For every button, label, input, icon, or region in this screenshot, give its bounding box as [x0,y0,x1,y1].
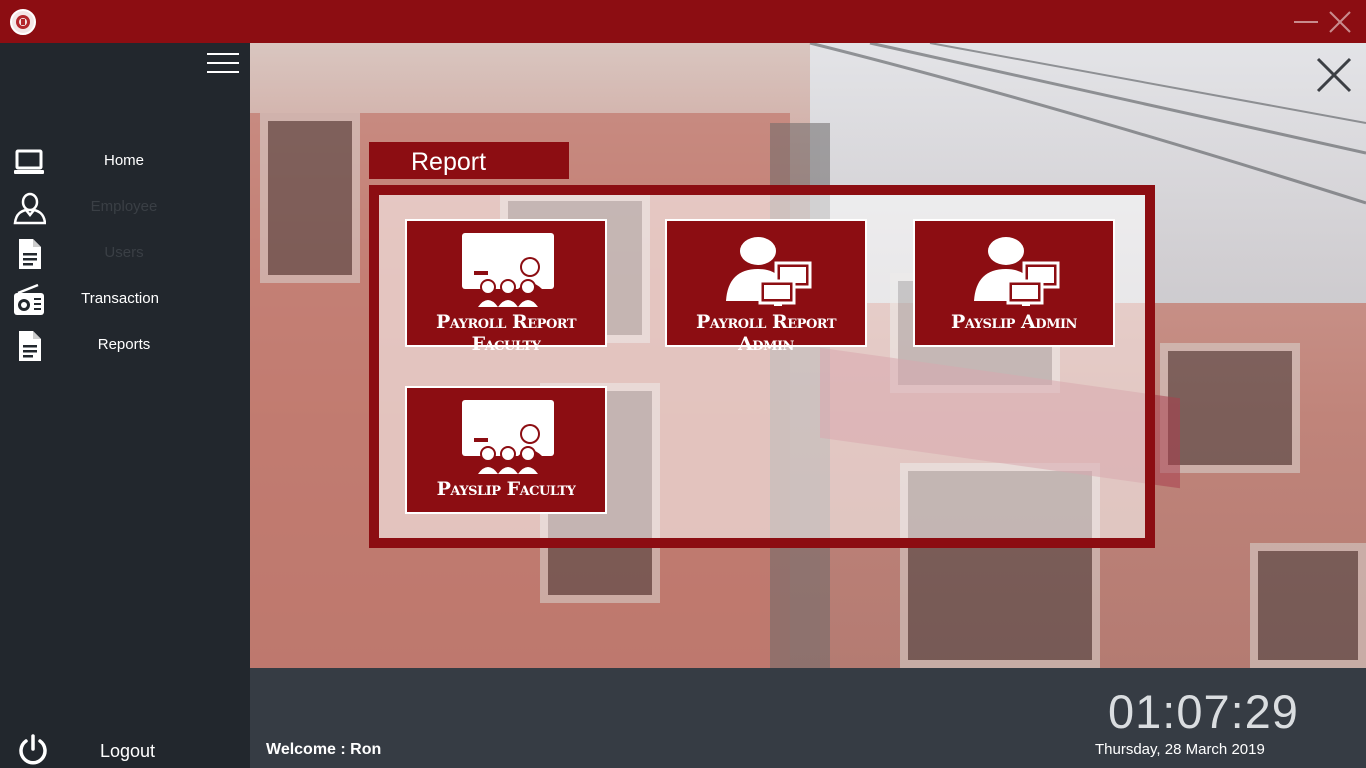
minimize-icon[interactable] [1294,12,1318,32]
status-bar: Welcome : Ron 01:07:29 Thursday, 28 Marc… [250,668,1366,768]
main-content: Report Payroll Report Faculty Payroll Re… [250,43,1366,668]
payslip-faculty-button[interactable]: Payslip Faculty [405,386,607,514]
sidebar-item-label: Reports [97,336,151,353]
clock: 01:07:29 [1108,685,1299,738]
close-icon[interactable] [1316,57,1352,93]
school-logo [10,9,36,35]
sidebar-item-employee[interactable]: Employee [0,187,250,227]
tile-label: Payroll Report Faculty [435,311,577,355]
sidebar-item-label: Users [104,244,144,261]
sidebar: Home Employee Users Transaction Reports … [0,43,250,768]
hamburger-icon[interactable] [207,53,239,77]
sidebar-item-transaction[interactable]: Transaction [0,279,250,319]
section-title: Report [369,142,569,179]
tile-label: Payslip Faculty [436,478,576,500]
logout-label: Logout [100,741,156,761]
close-icon[interactable] [1326,8,1354,36]
tile-label: Payroll Report Admin [695,311,837,355]
date-display: Thursday, 28 March 2019 [1095,741,1265,758]
welcome-text: Welcome : Ron [266,741,382,758]
presentation-group-icon [462,233,554,307]
title-bar [0,0,1366,43]
payroll-report-faculty-button[interactable]: Payroll Report Faculty [405,219,607,355]
admin-computer-icon [974,237,1060,306]
power-icon [19,734,47,765]
logout-button[interactable]: Logout [0,729,250,768]
presentation-group-icon [462,400,554,474]
payslip-admin-button[interactable]: Payslip Admin [913,219,1115,347]
sidebar-item-label: Employee [90,198,158,215]
admin-computer-icon [726,237,812,306]
sidebar-item-reports[interactable]: Reports [0,325,250,365]
sidebar-item-label: Home [103,152,144,169]
sidebar-item-home[interactable]: Home [0,141,250,181]
sidebar-item-label: Transaction [81,290,159,307]
section-title-label: Report [411,148,487,176]
sidebar-item-users[interactable]: Users [0,233,250,273]
tile-label: Payslip Admin [951,311,1077,333]
payroll-report-admin-button[interactable]: Payroll Report Admin [665,219,867,355]
report-panel: Payroll Report Faculty Payroll Report Ad… [369,185,1155,548]
